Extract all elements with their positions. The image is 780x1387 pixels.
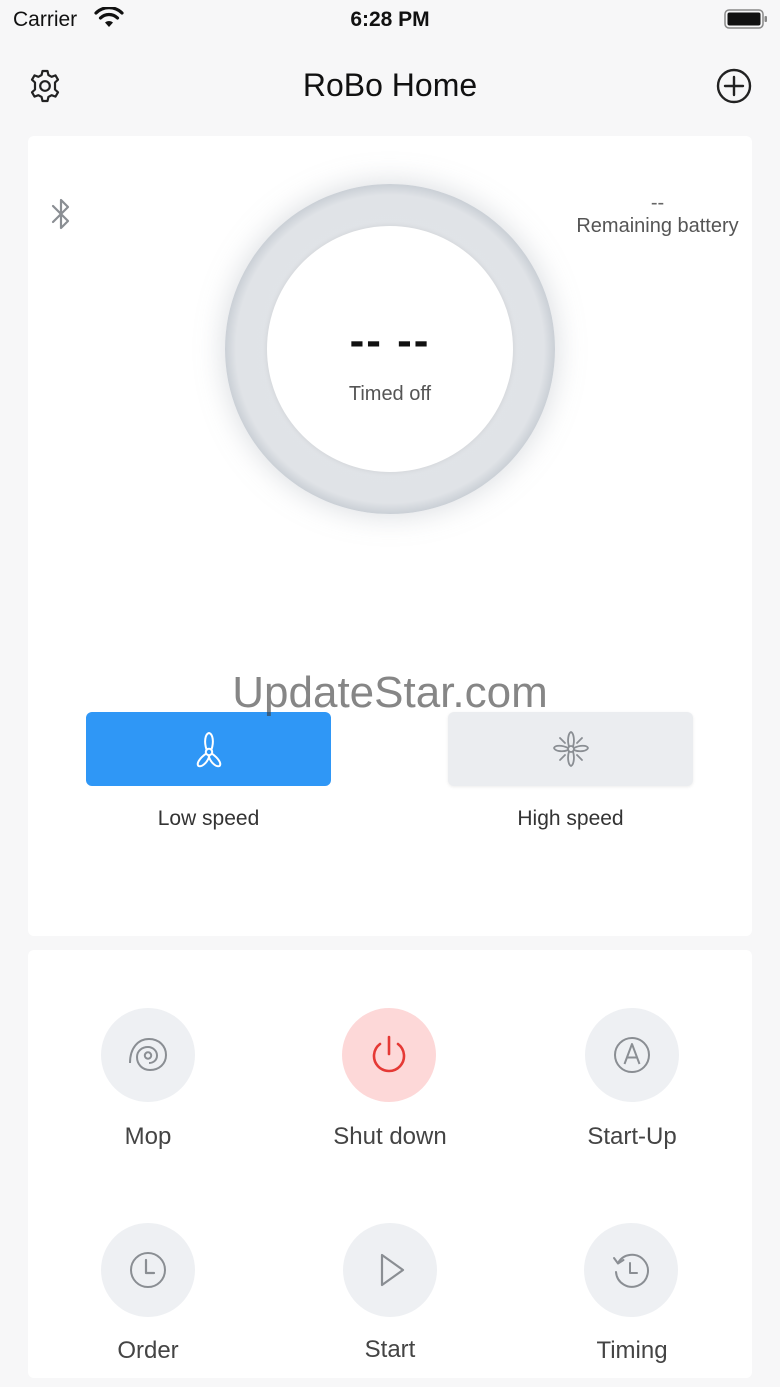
start-up-label: Start-Up <box>587 1123 677 1150</box>
low-speed-label: Low speed <box>157 807 260 830</box>
high-speed-label: High speed <box>517 807 624 830</box>
watermark: UpdateStar.com <box>232 668 548 717</box>
timing-label: Timing <box>596 1337 668 1364</box>
auto-icon <box>614 1037 650 1073</box>
battery-label: Remaining battery <box>576 215 739 237</box>
shut-down-label: Shut down <box>333 1123 447 1150</box>
nav-bar: RoBo Home <box>0 50 780 122</box>
app-screen: Carrier 6:28 PM RoBo Home -- Remaining b… <box>0 0 780 1387</box>
clock-icon <box>130 1252 166 1288</box>
status-time: 6:28 PM <box>350 8 430 31</box>
timing-button[interactable] <box>584 1223 678 1317</box>
start-up-button[interactable] <box>585 1008 679 1102</box>
plus-circle-icon[interactable] <box>715 67 753 105</box>
page-title: RoBo Home <box>302 67 478 103</box>
mop-button[interactable] <box>101 1008 195 1102</box>
order-label: Order <box>117 1337 179 1364</box>
fan-high-icon <box>553 731 589 767</box>
status-bar: Carrier 6:28 PM <box>0 0 780 40</box>
low-speed-button[interactable] <box>86 712 331 786</box>
start-label: Start <box>364 1336 416 1363</box>
timer-label: Timed off <box>348 383 432 405</box>
start-button[interactable] <box>343 1223 437 1317</box>
shut-down-button[interactable] <box>342 1008 436 1102</box>
battery-icon <box>724 9 767 29</box>
bluetooth-icon <box>51 198 70 230</box>
order-button[interactable] <box>101 1223 195 1317</box>
high-speed-button[interactable] <box>448 712 693 786</box>
power-icon <box>372 1035 406 1073</box>
mop-label: Mop <box>124 1123 172 1150</box>
mop-icon <box>129 1037 168 1072</box>
battery-value: -- <box>650 192 665 214</box>
play-icon <box>380 1253 405 1287</box>
fan-low-icon <box>196 732 222 768</box>
timer-value: -- -- <box>349 316 431 365</box>
timer-reset-icon <box>613 1253 649 1288</box>
